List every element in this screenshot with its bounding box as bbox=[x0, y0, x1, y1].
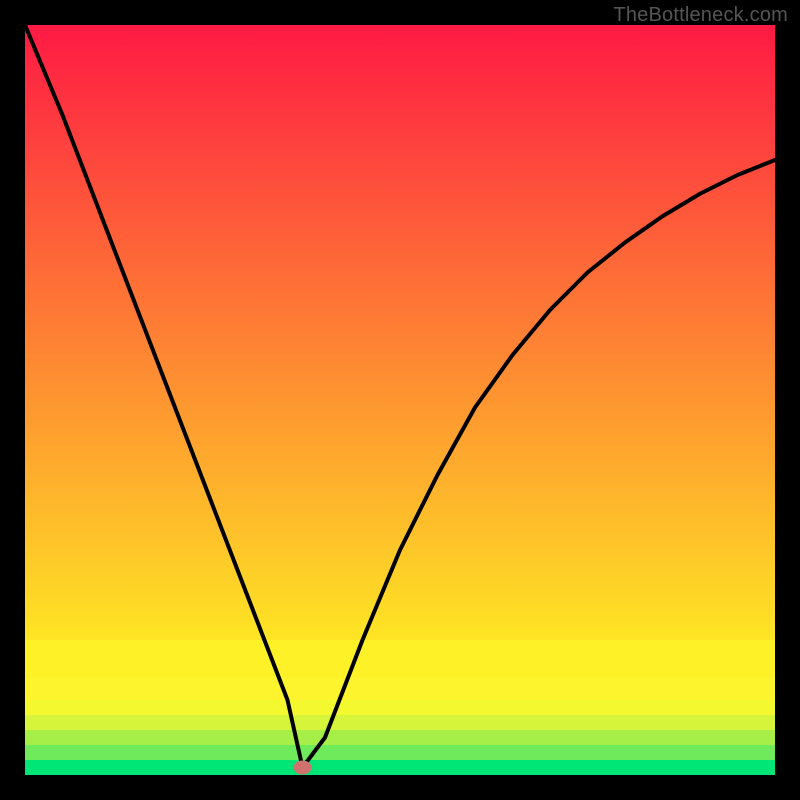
watermark-text: TheBottleneck.com bbox=[613, 4, 788, 27]
gradient-band-3 bbox=[25, 715, 775, 730]
gradient-band-6 bbox=[25, 640, 775, 678]
chart-svg bbox=[25, 25, 775, 775]
gradient-band-5 bbox=[25, 678, 775, 701]
gradient-band-1 bbox=[25, 745, 775, 760]
gradient-band-0 bbox=[25, 760, 775, 775]
optimal-marker bbox=[294, 761, 312, 775]
plot-area bbox=[25, 25, 775, 775]
chart-container: TheBottleneck.com bbox=[0, 0, 800, 800]
gradient-band-2 bbox=[25, 730, 775, 745]
gradient-band-4 bbox=[25, 700, 775, 715]
